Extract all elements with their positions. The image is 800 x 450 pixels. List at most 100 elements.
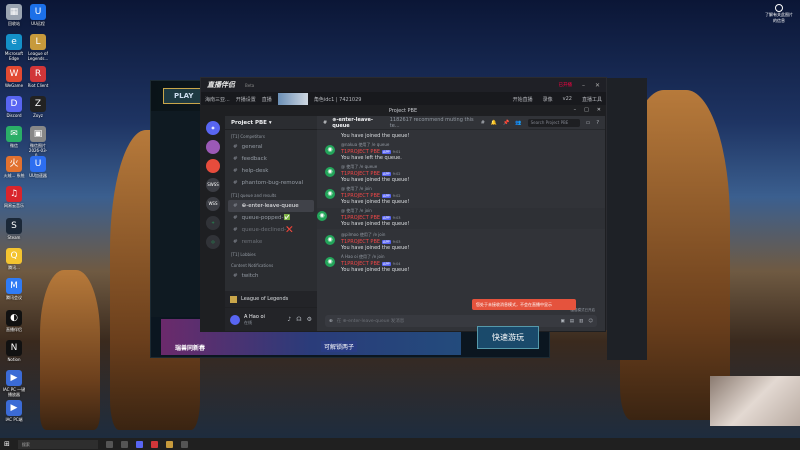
desktop-icon[interactable]: ♫ 网易云音乐	[2, 186, 26, 208]
message-item[interactable]: ◉ @pilmoo 使用了 /e join T1PROJECT PBE APP 9:03…	[325, 232, 597, 251]
taskbar-app-icon[interactable]	[180, 440, 188, 448]
message-item[interactable]: You have joined the queue!	[325, 133, 597, 139]
server-icon-2[interactable]	[206, 159, 220, 173]
desktop-icon[interactable]: ✉ 微信	[2, 126, 26, 148]
bot-avatar[interactable]: ◉	[325, 189, 335, 199]
desktop-icon[interactable]: ▶ IAC PC 一键 播放器	[2, 370, 26, 397]
desktop-icon[interactable]: L League of Legends...	[26, 34, 50, 61]
server-icon-wss[interactable]: WSS	[206, 197, 220, 211]
channel-item[interactable]: # ⊕-enter-leave-queue	[228, 200, 314, 212]
stream-selector[interactable]: 海南三亚...	[205, 96, 230, 103]
desktop-icon[interactable]: ◐ 直播伴侣	[2, 310, 26, 332]
window-minimize-icon[interactable]: –	[574, 107, 577, 113]
channel-item[interactable]: # help-desk	[225, 165, 317, 177]
message-item[interactable]: ◉ @ 使用了 /e join T1PROJECT PBE APP 9:03 You ha…	[317, 208, 605, 229]
quick-play-button[interactable]: 快速游玩	[477, 325, 539, 349]
app-icon: ▶	[6, 370, 22, 386]
play-button[interactable]: PLAY	[163, 88, 205, 104]
discord-home-icon[interactable]: ◉	[206, 121, 220, 135]
gif-icon[interactable]: ▤	[570, 319, 574, 324]
discord-window[interactable]: Project PBE – □ ✕ ◉ SWSS WSS + ◎ Project…	[200, 105, 606, 332]
headphones-icon[interactable]: ☊	[296, 316, 301, 323]
inbox-icon[interactable]: ▭	[586, 120, 591, 126]
gear-icon[interactable]: ⚙	[307, 316, 312, 323]
message-item[interactable]: ◉ @nakua 使用了 /e queue T1PROJECT PBE APP 9:01…	[325, 142, 597, 161]
desktop-icon[interactable]: D Discord	[2, 96, 26, 118]
pin-icon[interactable]: 📌	[503, 120, 509, 126]
bot-avatar[interactable]: ◉	[317, 211, 327, 221]
window-close-icon[interactable]: ✕	[597, 107, 601, 113]
microphone-icon[interactable]: ♪	[287, 316, 291, 323]
avatar[interactable]	[230, 314, 240, 325]
threads-icon[interactable]: #	[481, 120, 485, 126]
channel-item[interactable]: # remake	[225, 236, 317, 248]
desktop-icon[interactable]: N Notion	[2, 340, 26, 362]
desktop-icon[interactable]: ▦ 回收站	[2, 4, 26, 26]
tab-1[interactable]: 直播	[262, 96, 272, 103]
notice-toast[interactable]: 您处于未接收消息模式，不会在直播中显示	[472, 299, 576, 310]
desktop-icon[interactable]: M 腾讯会议	[2, 278, 26, 300]
taskbar-discord-icon[interactable]	[135, 440, 143, 448]
bot-avatar[interactable]: ◉	[325, 257, 335, 267]
taskbar-search[interactable]: 搜索	[17, 439, 98, 449]
taskbar-league-icon[interactable]	[165, 440, 173, 448]
live-right-1[interactable]: 录像	[543, 96, 553, 103]
composer-input[interactable]: 在 ⊕-enter-leave-queue 发消息	[337, 318, 405, 324]
help-icon[interactable]: ?	[596, 120, 599, 126]
channel-item[interactable]: # queue-declined-❌	[225, 224, 317, 236]
search-input[interactable]: Search Project PBE	[527, 118, 580, 127]
desktop-icon[interactable]: Z Zoyz	[26, 96, 50, 118]
desktop-icon[interactable]: U UU加速器	[26, 156, 50, 178]
taskbar-riot-icon[interactable]	[150, 440, 158, 448]
live-right-2[interactable]: v22	[563, 96, 572, 103]
server-icon-1[interactable]	[206, 140, 220, 154]
minimize-icon[interactable]: –	[582, 82, 585, 89]
sticker-icon[interactable]: ▥	[579, 319, 583, 324]
bot-avatar[interactable]: ◉	[325, 145, 335, 155]
windows-start-icon[interactable]: ⊞	[4, 440, 10, 448]
bot-avatar[interactable]: ◉	[325, 167, 335, 177]
channel-item[interactable]: # phantom-bug-removal	[225, 177, 317, 189]
image-info-shortcut[interactable]: 了解有关此图片的信息	[764, 4, 794, 24]
taskbar-app-icon[interactable]	[120, 440, 128, 448]
desktop-icon[interactable]: 火火绒... 系统	[2, 156, 26, 178]
channel-item[interactable]: # feedback	[225, 153, 317, 165]
message-item[interactable]: ◉ @ 使用了 /e queue T1PROJECT PBE APP 9:02 You h…	[325, 164, 597, 183]
add-attachment-icon[interactable]: ⊕	[329, 319, 333, 324]
desktop-icon[interactable]: U UU远程	[26, 4, 50, 26]
channel-topic[interactable]: 1182617 recommend muting this te...	[390, 117, 476, 129]
add-server-icon[interactable]: +	[206, 216, 220, 230]
bot-avatar[interactable]: ◉	[325, 235, 335, 245]
category-queue[interactable]: [T1] queue and results	[225, 189, 317, 200]
server-header[interactable]: Project PBE ▾	[225, 116, 317, 130]
channel-item[interactable]: # general	[225, 141, 317, 153]
gift-icon[interactable]: ▣	[561, 319, 565, 324]
desktop-icon[interactable]: W WeGame	[2, 66, 26, 88]
desktop-icon[interactable]: R Riot Client	[26, 66, 50, 88]
channel-twitch[interactable]: # twitch	[225, 270, 317, 282]
window-maximize-icon[interactable]: □	[584, 107, 589, 113]
bell-icon[interactable]: 🔔	[491, 120, 497, 126]
desktop-icon[interactable]: ▶ IAC PC端	[2, 400, 26, 422]
tab-0[interactable]: 开播设置	[236, 96, 256, 103]
message-composer[interactable]: ⊕ 在 ⊕-enter-leave-queue 发消息 ▣ ▤ ▥ ☺	[325, 315, 597, 327]
explore-icon[interactable]: ◎	[206, 235, 220, 249]
category-competitors[interactable]: [T1] Competitors	[225, 130, 317, 141]
message-item[interactable]: ◉ @ 使用了 /e join T1PROJECT PBE APP 9:02 You ha…	[325, 186, 597, 205]
desktop-icon[interactable]: e Microsoft Edge	[2, 34, 26, 61]
desktop-icon[interactable]: Q 腾讯...	[2, 248, 26, 270]
message-item[interactable]: ◉ A Hao oi 使用了 /e join T1PROJECT PBE APP 9:0…	[325, 254, 597, 273]
server-icon-swss[interactable]: SWSS	[206, 178, 220, 192]
close-icon[interactable]: ✕	[595, 82, 600, 89]
channel-item[interactable]: # queue-popped-✅	[225, 212, 317, 224]
live-right-0[interactable]: 开始直播	[513, 96, 533, 103]
members-icon[interactable]: 👥	[515, 120, 521, 126]
category-notifications[interactable]: Content Notifications	[225, 259, 317, 270]
desktop-icon[interactable]: ▣微信图片 2026-03-0...	[26, 126, 50, 158]
live-right-3[interactable]: 直播工具	[582, 96, 602, 103]
taskbar-app-icon[interactable]	[105, 440, 113, 448]
activity-bar[interactable]: League of Legends	[225, 291, 317, 307]
emoji-icon[interactable]: ☺	[588, 319, 593, 324]
desktop-icon[interactable]: S Steam	[2, 218, 26, 240]
category-lobbies[interactable]: [T1] Lobbies	[225, 248, 317, 259]
